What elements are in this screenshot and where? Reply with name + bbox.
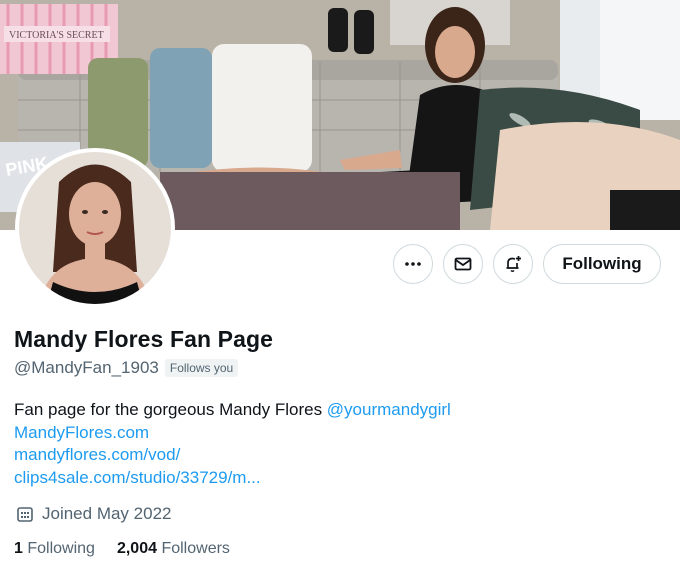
bio-link-clips[interactable]: clips4sale.com/studio/33729/m... <box>14 467 664 490</box>
following-button[interactable]: Following <box>543 244 661 284</box>
handle-row: @MandyFan_1903 Follows you <box>14 358 239 378</box>
following-count: 1 <box>14 540 23 557</box>
bell-plus-icon <box>506 256 521 272</box>
profile-name: Mandy Flores Fan Page <box>14 326 273 352</box>
profile-bio: Fan page for the gorgeous Mandy Flores @… <box>14 399 664 489</box>
joined-date: Joined May 2022 <box>16 504 171 524</box>
profile-handle: @MandyFan_1903 <box>14 358 159 377</box>
followers-count: 2,004 <box>116 540 157 557</box>
bio-line: Fan page for the gorgeous Mandy Flores @… <box>14 399 664 422</box>
bio-mention-link[interactable]: @yourmandygirl <box>327 400 451 419</box>
following-label: Following <box>27 540 95 557</box>
following-stat-link[interactable]: 1 Following <box>14 540 95 558</box>
box-label: VICTORIA'S SECRET <box>9 30 104 41</box>
message-button[interactable] <box>443 244 483 284</box>
joined-text: Joined May 2022 <box>42 504 172 523</box>
envelope-icon <box>454 257 472 271</box>
notifications-button[interactable] <box>493 244 533 284</box>
bio-text: Fan page for the gorgeous Mandy Flores <box>14 400 327 419</box>
profile-actions: Following <box>0 244 680 286</box>
follows-you-badge: Follows you <box>164 359 239 377</box>
more-button[interactable] <box>393 244 433 284</box>
bio-link-vod[interactable]: mandyflores.com/vod/ <box>14 444 664 467</box>
follow-stats: 1 Following 2,004 Followers <box>14 540 230 558</box>
more-horizontal-icon <box>405 262 421 266</box>
bio-link-website[interactable]: MandyFlores.com <box>14 422 664 445</box>
followers-label: Followers <box>161 540 230 557</box>
followers-stat-link[interactable]: 2,004 Followers <box>117 540 230 558</box>
calendar-icon <box>17 507 33 522</box>
